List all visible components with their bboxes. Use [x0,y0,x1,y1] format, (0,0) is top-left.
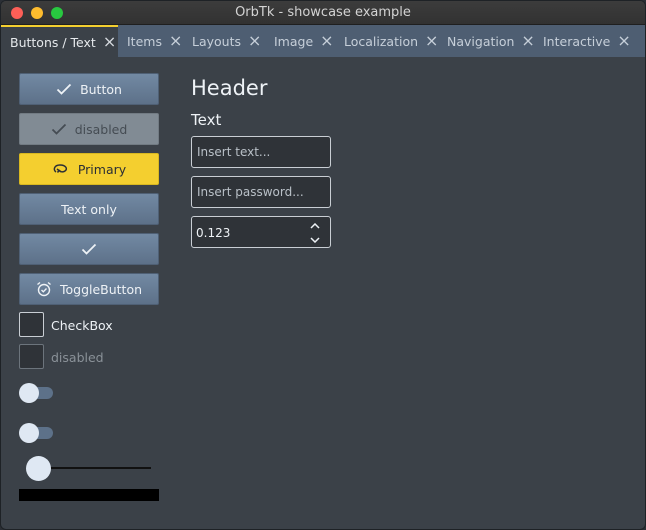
numeric-value[interactable]: 0.123 [196,226,230,240]
tab-label: Localization [344,33,419,49]
close-tab-icon[interactable]: × [425,33,438,49]
text-input[interactable] [191,136,331,168]
switch-knob[interactable] [19,423,39,443]
check-icon [51,123,66,135]
tab-label: Navigation [447,33,515,49]
button-label: Primary [77,161,127,177]
check-icon [56,83,72,95]
button-label: disabled [74,121,128,137]
checkbox[interactable] [19,312,44,337]
switch-knob[interactable] [19,383,39,403]
checkbox-label: CheckBox [51,318,113,333]
password-input[interactable] [191,176,331,208]
tab-buttons-text[interactable]: Buttons / Text × [1,25,118,57]
tab-navigation[interactable]: Navigation × [438,25,535,57]
disabled-checkbox-label: disabled [51,350,104,365]
close-tab-icon[interactable]: × [320,33,333,49]
tab-label: Items [127,33,162,49]
tab-localization[interactable]: Localization × [335,25,438,57]
slider-track[interactable] [37,467,151,469]
button-label: Text only [61,201,117,217]
icon-only-button[interactable] [19,233,159,265]
chevron-up-icon[interactable] [308,220,322,232]
numeric-box[interactable]: 0.123 [191,216,331,248]
header-text: Header [191,76,268,100]
tab-label: Buttons / Text [10,34,96,50]
close-tab-icon[interactable]: × [103,34,116,50]
tab-items[interactable]: Items × [118,25,183,57]
title-bar: OrbTk - showcase example [1,1,645,25]
disabled-checkbox [19,344,44,369]
tab-label: Image [274,33,314,49]
close-tab-icon[interactable]: × [248,33,261,49]
app-window: OrbTk - showcase example Buttons / Text … [0,0,646,530]
alarm-clock-icon [37,281,51,297]
close-tab-icon[interactable]: × [617,33,630,49]
tab-interactive[interactable]: Interactive × [534,25,634,57]
check-icon [81,243,97,255]
tab-bar: Buttons / Text × Items × Layouts × Image… [1,25,645,57]
button-with-icon[interactable]: Button [19,73,159,105]
tab-layouts[interactable]: Layouts × [183,25,265,57]
chevron-down-icon[interactable] [308,234,322,246]
close-tab-icon[interactable]: × [521,33,534,49]
disabled-button: disabled [19,113,159,145]
text-label: Text [191,111,222,129]
undo-icon [53,164,67,173]
close-tab-icon[interactable]: × [169,33,182,49]
tab-label: Interactive [543,33,611,49]
tab-image[interactable]: Image × [265,25,335,57]
toggle-button[interactable]: ToggleButton [19,273,159,305]
window-title: OrbTk - showcase example [235,5,411,20]
progress-bar [19,489,159,501]
primary-button[interactable]: Primary [19,153,159,185]
button-label: ToggleButton [59,281,143,297]
button-label: Button [80,81,122,97]
tab-label: Layouts [192,33,242,49]
slider-thumb[interactable] [26,456,51,481]
text-only-button[interactable]: Text only [19,193,159,225]
